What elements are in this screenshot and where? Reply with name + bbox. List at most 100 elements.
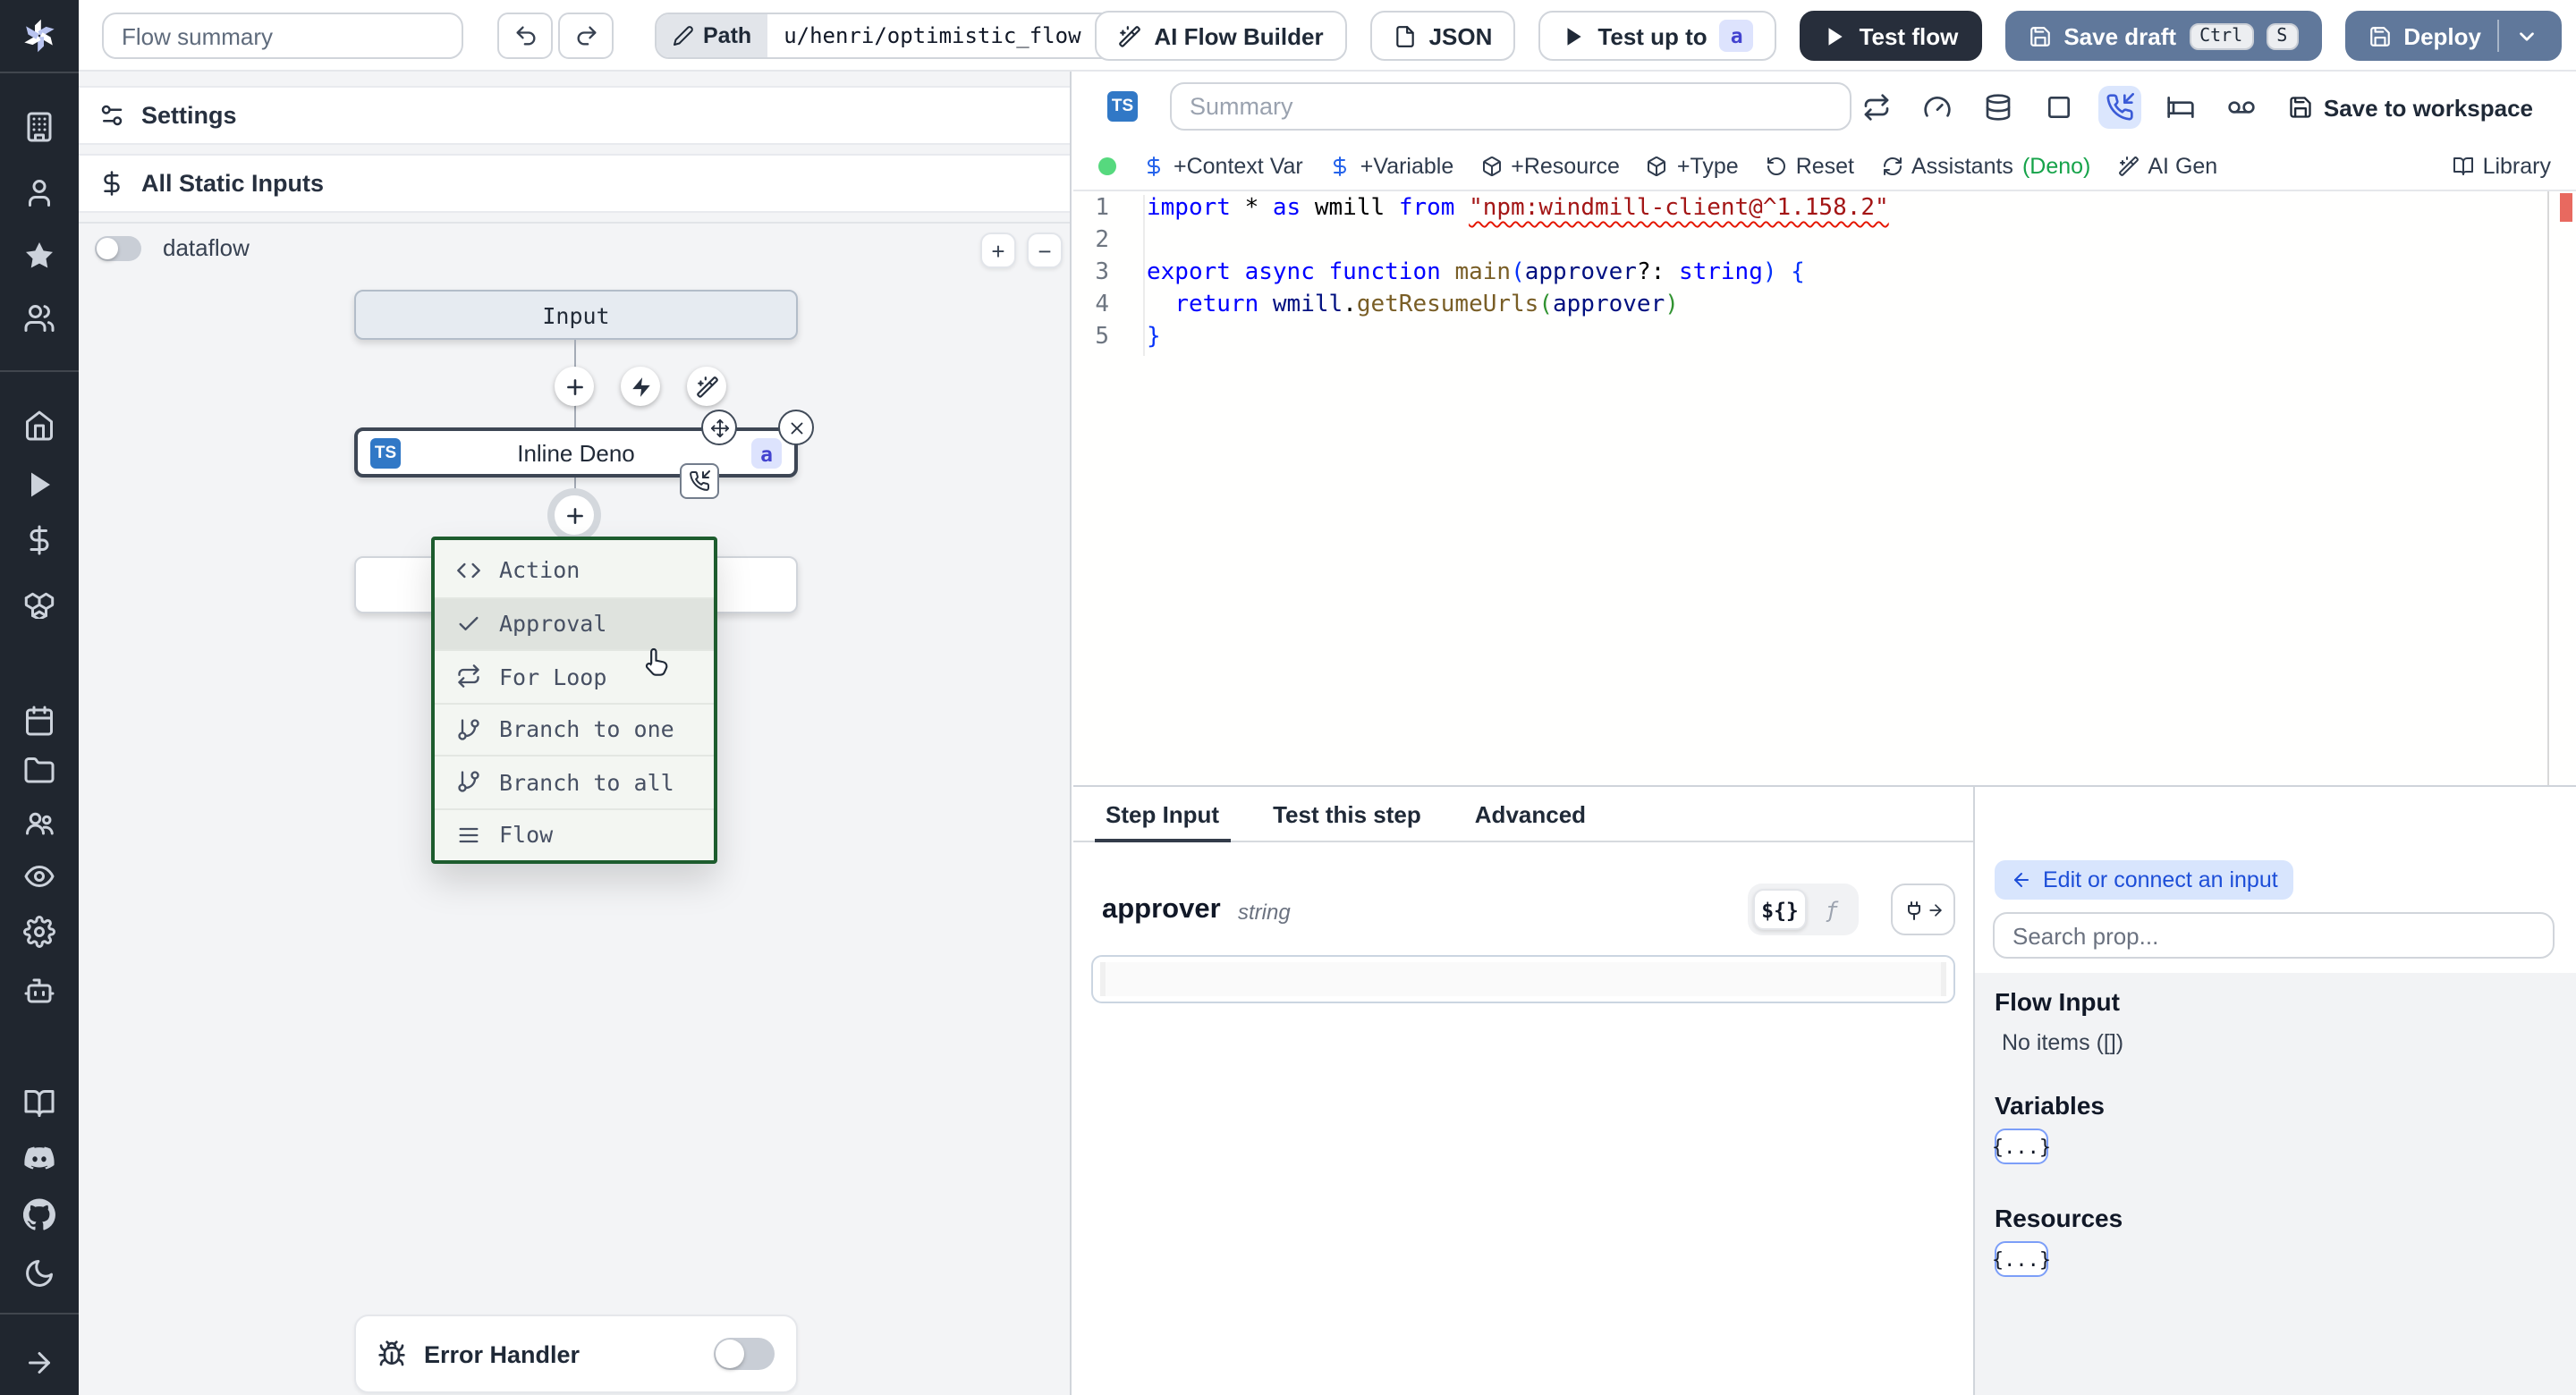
menu-item-action[interactable]: Action [435,544,714,596]
insert-step-button-active[interactable] [555,495,594,535]
all-static-inputs-row[interactable]: All Static Inputs [79,154,1070,213]
bot-icon[interactable] [23,975,55,1007]
trigger-button[interactable] [621,367,660,406]
voicemail-icon[interactable] [2220,86,2263,129]
path-button[interactable]: Path [657,14,768,57]
zoom-out-button[interactable]: − [1027,232,1063,268]
play-icon[interactable] [23,469,55,501]
redo-button[interactable] [558,13,614,59]
test-flow-button[interactable]: Test flow [1800,11,1982,61]
reset-button[interactable]: Reset [1766,154,1854,179]
zap-icon [631,376,650,397]
building-icon[interactable] [23,111,55,143]
folder-icon[interactable] [23,755,55,787]
tab-step-input[interactable]: Step Input [1095,787,1230,842]
flow-input-node[interactable]: Input [354,290,798,340]
flow-settings-row[interactable]: Settings [79,86,1070,145]
move-step-handle[interactable] [701,410,737,445]
add-resource-button[interactable]: +Resource [1480,154,1620,179]
dataflow-toggle[interactable] [95,235,141,260]
test-up-to-button[interactable]: Test up to a [1538,11,1777,61]
zoom-in-button[interactable]: + [980,232,1016,268]
add-variable-button[interactable]: +Variable [1330,154,1453,179]
flow-summary-input[interactable] [102,13,463,59]
wand-sparkles-icon [2118,156,2139,176]
error-handler-row[interactable]: Error Handler [354,1315,798,1393]
library-button[interactable]: Library [2453,154,2551,179]
search-prop-input[interactable] [1993,912,2555,959]
menu-item-approval[interactable]: Approval [435,596,714,649]
rotate-ccw-icon [1767,157,1785,175]
minimap-divider [2547,191,2549,785]
eye-icon[interactable] [23,860,55,892]
code-editor[interactable]: 1 2 3 4 5 import * as wmill from "npm:wi… [1073,191,2576,785]
connect-props-pane: Edit or connect an input Flow Input No i… [1975,787,2576,1395]
windmill-logo-icon[interactable] [18,14,61,57]
edit-or-connect-button[interactable]: Edit or connect an input [1995,860,2294,900]
add-type-button[interactable]: +Type [1647,154,1739,179]
book-icon [2453,157,2473,175]
bed-sleep-icon[interactable] [2159,86,2202,129]
users-icon[interactable] [23,302,55,334]
assistants-button[interactable]: Assistants (Deno) [1881,154,2090,179]
assistants-lang-badge: (Deno) [2021,154,2091,179]
resources-object-chip[interactable]: {...} [1992,1241,2051,1277]
sliders-icon [101,105,123,126]
gear-icon[interactable] [23,916,55,948]
discord-icon[interactable] [23,1143,55,1175]
suspend-step-badge[interactable] [680,463,719,499]
phone-incoming-suspend-icon[interactable] [2097,86,2141,129]
typescript-badge: TS [370,438,401,469]
editor-gutter: 1 2 3 4 5 [1095,195,1109,351]
delete-step-button[interactable] [778,410,814,445]
code-line: } [1147,324,1161,351]
boxes-icon[interactable] [23,587,55,619]
save-to-workspace-button[interactable]: Save to workspace [2288,94,2533,121]
user-icon[interactable] [23,177,55,209]
insert-step-menu: Action Approval For Loop Branch to one B… [431,537,717,864]
retry-repeat-icon[interactable] [1855,86,1898,129]
arrow-right-icon [1928,903,1941,916]
ai-gen-button[interactable]: AI Gen [2117,154,2217,179]
indent-guide [1143,195,1145,356]
database-cache-icon[interactable] [1977,86,2020,129]
home-icon[interactable] [23,410,55,442]
arrow-right-icon[interactable] [23,1347,55,1379]
moon-icon[interactable] [23,1257,55,1289]
deploy-button[interactable]: Deploy [2344,11,2562,61]
book-open-icon[interactable] [23,1087,55,1120]
ai-generate-step-button[interactable] [687,367,726,406]
star-icon[interactable] [23,240,55,272]
save-draft-button[interactable]: Save draft Ctrl S [2004,11,2322,61]
tab-test-this-step[interactable]: Test this step [1269,787,1425,841]
approver-value-input[interactable] [1091,955,1955,1003]
code-content: import * as wmill from "npm:windmill-cli… [1147,193,2469,354]
calendar-icon[interactable] [23,705,55,737]
menu-item-flow[interactable]: Flow [435,807,714,860]
function-mode-button[interactable]: ƒ [1810,889,1853,930]
menu-item-branch-to-all[interactable]: Branch to all [435,755,714,807]
add-context-var-button[interactable]: +Context Var [1143,154,1303,179]
arrow-left-icon [2014,873,2029,887]
git-branch-icon [458,718,479,740]
step-editor-panel: TS Save to workspace +Context Var [1073,72,2576,1395]
dollar-sign-icon[interactable] [23,524,55,556]
step-id-badge: a [1719,20,1754,52]
flow-input-empty: No items ([]) [2002,1030,2124,1055]
variables-object-chip[interactable]: {...} [1992,1129,2051,1164]
chevron-down-icon[interactable] [2515,24,2538,47]
template-mode-button[interactable]: ${} [1753,889,1807,930]
insert-step-button[interactable] [555,367,594,406]
undo-button[interactable] [497,13,553,59]
json-button[interactable]: JSON [1369,11,1516,61]
connect-input-button[interactable] [1891,884,1955,935]
ai-flow-builder-button[interactable]: AI Flow Builder [1095,11,1347,61]
github-icon[interactable] [23,1198,55,1230]
user-group-icon[interactable] [23,807,55,839]
error-handler-toggle[interactable] [714,1338,775,1370]
tab-advanced[interactable]: Advanced [1471,787,1589,841]
step-summary-input[interactable] [1170,82,1852,131]
gauge-icon[interactable] [1916,86,1959,129]
square-mock-icon[interactable] [2038,86,2080,129]
menu-item-branch-to-one[interactable]: Branch to one [435,702,714,755]
